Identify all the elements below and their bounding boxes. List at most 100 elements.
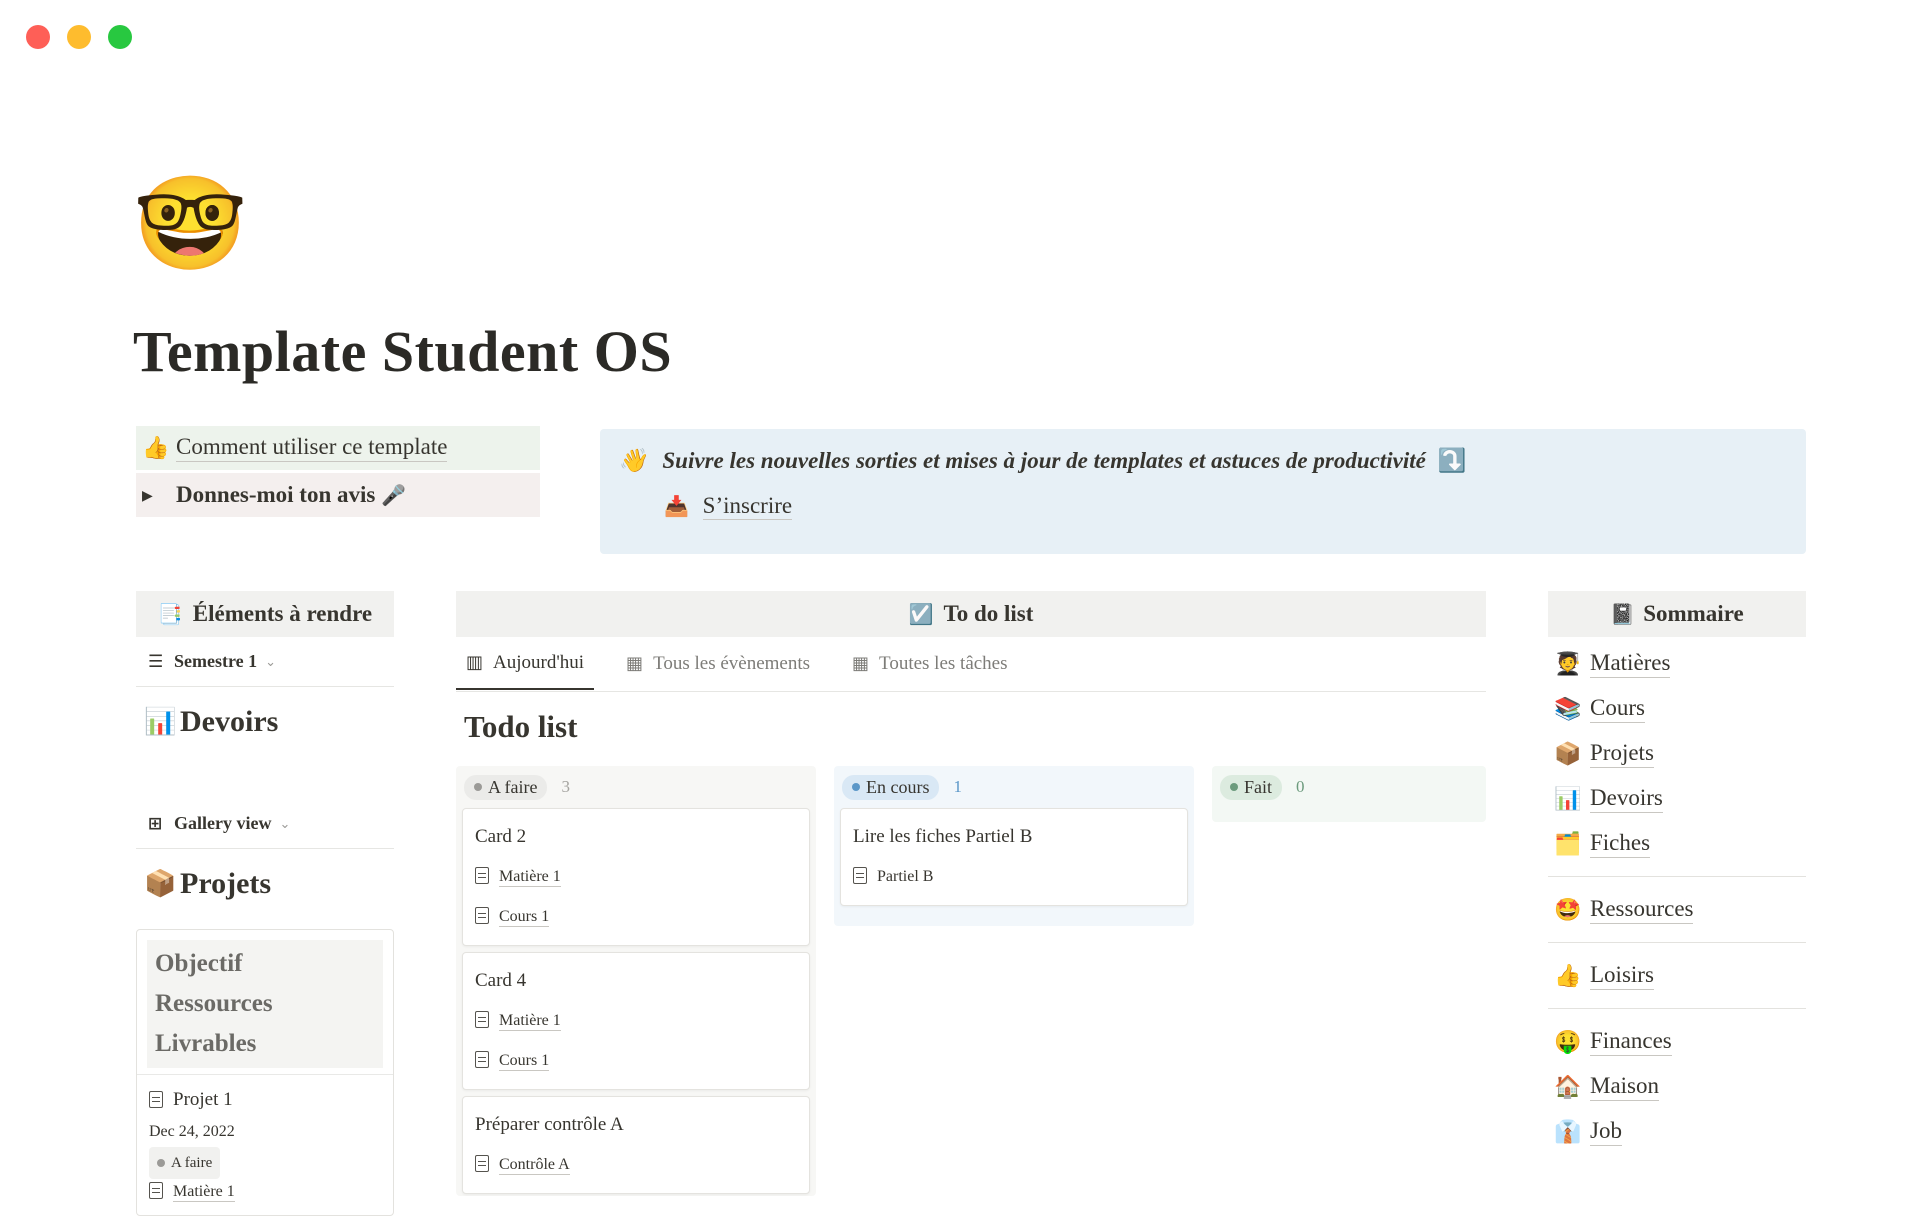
bar-chart-icon: 📊 (1554, 785, 1582, 811)
feedback-toggle[interactable]: ▶ Donnes-moi ton avis 🎤 (136, 473, 540, 517)
board-column-header[interactable]: Fait 0 (1212, 766, 1486, 808)
projets-database-title[interactable]: 📦 Projets (136, 849, 394, 919)
card-relation[interactable]: Cours 1 (475, 897, 797, 937)
link-label: Job (1590, 1118, 1622, 1146)
tab-label: Aujourd'hui (493, 651, 585, 673)
sommaire-link-maison[interactable]: 🏠 Maison (1548, 1064, 1806, 1109)
elements-a-rendre-label: Éléments à rendre (192, 601, 373, 626)
view-selector-gallery[interactable]: ⊞ Gallery view ⌄ (136, 799, 394, 849)
cover-line: Ressources (155, 990, 273, 1017)
card-count: 3 (561, 777, 570, 796)
how-to-use-label: Comment utiliser ce template (176, 434, 448, 462)
sommaire-link-projets[interactable]: 📦 Projets (1548, 731, 1806, 776)
bookmark-tabs-icon: 📑 (157, 603, 183, 626)
toggle-triangle-icon[interactable]: ▶ (142, 487, 176, 504)
board-card[interactable]: Card 4 Matière 1 Cours 1 (462, 952, 810, 1090)
page-icon (853, 867, 867, 884)
view-selector-semestre[interactable]: ☰ Semestre 1 ⌄ (136, 637, 394, 687)
board-view-icon: ▥ (466, 652, 484, 672)
gallery-card-cover: Objectif Ressources Livrables (147, 940, 383, 1068)
card-relation[interactable]: Matière 1 (475, 857, 797, 897)
newsletter-callout: 👋 Suivre les nouvelles sorties et mises … (600, 429, 1806, 554)
relation-label: Matière 1 (499, 868, 561, 887)
status-dot (157, 1159, 165, 1167)
sommaire-link-loisirs[interactable]: 👍 Loisirs (1548, 953, 1806, 998)
sommaire-link-cours[interactable]: 📚 Cours (1548, 686, 1806, 731)
link-label: Devoirs (1590, 785, 1663, 813)
relation-label: Cours 1 (499, 908, 550, 927)
gallery-card-status: A faire (149, 1147, 381, 1179)
inbox-tray-icon: 📥 (664, 496, 689, 518)
board-card[interactable]: Lire les fiches Partiel B Partiel B (840, 808, 1188, 906)
sommaire-header: 📓 Sommaire (1548, 591, 1806, 637)
board-column-a-faire: A faire 3 Card 2 Matière 1 Cours 1 Card … (456, 766, 816, 1196)
card-relation[interactable]: Matière 1 (475, 1001, 797, 1041)
thumbs-up-icon: 👍 (142, 435, 170, 460)
card-title: Lire les fiches Partiel B (853, 826, 1033, 847)
link-label: Loisirs (1590, 962, 1654, 990)
card-relation[interactable]: Partiel B (853, 857, 1175, 897)
notebook-icon: 📓 (1610, 603, 1636, 626)
gallery-card-projet-1[interactable]: Objectif Ressources Livrables Projet 1 D… (136, 929, 394, 1216)
page-icon (149, 1091, 163, 1108)
gallery-card-relation[interactable]: Matière 1 (149, 1177, 381, 1207)
card-relation[interactable]: Contrôle A (475, 1145, 797, 1185)
tab-aujourdhui[interactable]: ▥ Aujourd'hui (456, 637, 595, 690)
sommaire-link-job[interactable]: 👔 Job (1548, 1109, 1806, 1154)
card-index-icon: 🗂️ (1554, 830, 1582, 856)
tab-tous-les-evenements[interactable]: ▦ Tous les évènements (616, 637, 820, 690)
link-label: Maison (1590, 1073, 1659, 1101)
page-title: Template Student OS (133, 319, 673, 384)
card-relation[interactable]: Cours 1 (475, 1041, 797, 1081)
status-label: Fait (1244, 776, 1273, 797)
arrow-down-icon: ⤵️ (1437, 448, 1467, 473)
link-label: Fiches (1590, 830, 1651, 858)
sommaire-link-matieres[interactable]: 🧑‍🎓 Matières (1548, 641, 1806, 686)
gallery-view-icon: ⊞ (148, 813, 163, 833)
status-label: En cours (866, 776, 930, 797)
status-badge: A faire (149, 1147, 221, 1179)
divider (1548, 1008, 1806, 1009)
sommaire-link-finances[interactable]: 🤑 Finances (1548, 1019, 1806, 1064)
status-dot (1230, 783, 1238, 791)
view-label-gallery: Gallery view (174, 813, 272, 833)
sommaire-link-ressources[interactable]: 🤩 Ressources (1548, 887, 1806, 932)
devoirs-database-title[interactable]: 📊 Devoirs (136, 687, 394, 757)
relation-label: Matière 1 (173, 1183, 235, 1202)
maximize-window-button[interactable] (108, 25, 132, 49)
cover-line: Livrables (155, 1030, 257, 1057)
tab-label: Tous les évènements (653, 652, 811, 674)
how-to-use-link[interactable]: 👍 Comment utiliser ce template (136, 426, 540, 470)
waving-hand-icon: 👋 (618, 448, 647, 473)
table-view-icon: ▦ (626, 653, 644, 673)
board-column-header[interactable]: A faire 3 (456, 766, 816, 808)
status-pill: A faire (464, 774, 548, 800)
gallery-card-title: Projet 1 (149, 1083, 381, 1117)
package-icon: 📦 (144, 869, 177, 898)
newsletter-text-line: 👋 Suivre les nouvelles sorties et mises … (618, 447, 1466, 474)
relation-label: Partiel B (877, 868, 934, 885)
board-column-header[interactable]: En cours 1 (834, 766, 1194, 808)
sommaire-link-fiches[interactable]: 🗂️ Fiches (1548, 821, 1806, 866)
page-icon[interactable]: 🤓 (133, 172, 248, 276)
close-window-button[interactable] (26, 25, 50, 49)
subscribe-link[interactable]: 📥 S’inscrire (664, 493, 793, 520)
relation-label: Matière 1 (499, 1012, 561, 1031)
link-label: Projets (1590, 740, 1654, 768)
chevron-down-icon[interactable]: ⌄ (279, 816, 290, 832)
page-icon (475, 1011, 489, 1028)
feedback-label: Donnes-moi ton avis (176, 482, 376, 507)
sommaire-link-devoirs[interactable]: 📊 Devoirs (1548, 776, 1806, 821)
elements-a-rendre-header: 📑 Éléments à rendre (136, 591, 394, 637)
status-dot (852, 783, 860, 791)
board-card[interactable]: Card 2 Matière 1 Cours 1 (462, 808, 810, 946)
page-icon (149, 1182, 163, 1199)
tab-toutes-les-taches[interactable]: ▦ Toutes les tâches (842, 637, 1017, 690)
house-icon: 🏠 (1554, 1073, 1582, 1099)
chevron-down-icon[interactable]: ⌄ (265, 654, 276, 670)
todo-list-title: Todo list (464, 709, 578, 744)
relation-label: Cours 1 (499, 1052, 550, 1071)
page-icon (475, 907, 489, 924)
board-card[interactable]: Préparer contrôle A Contrôle A (462, 1096, 810, 1194)
minimize-window-button[interactable] (67, 25, 91, 49)
